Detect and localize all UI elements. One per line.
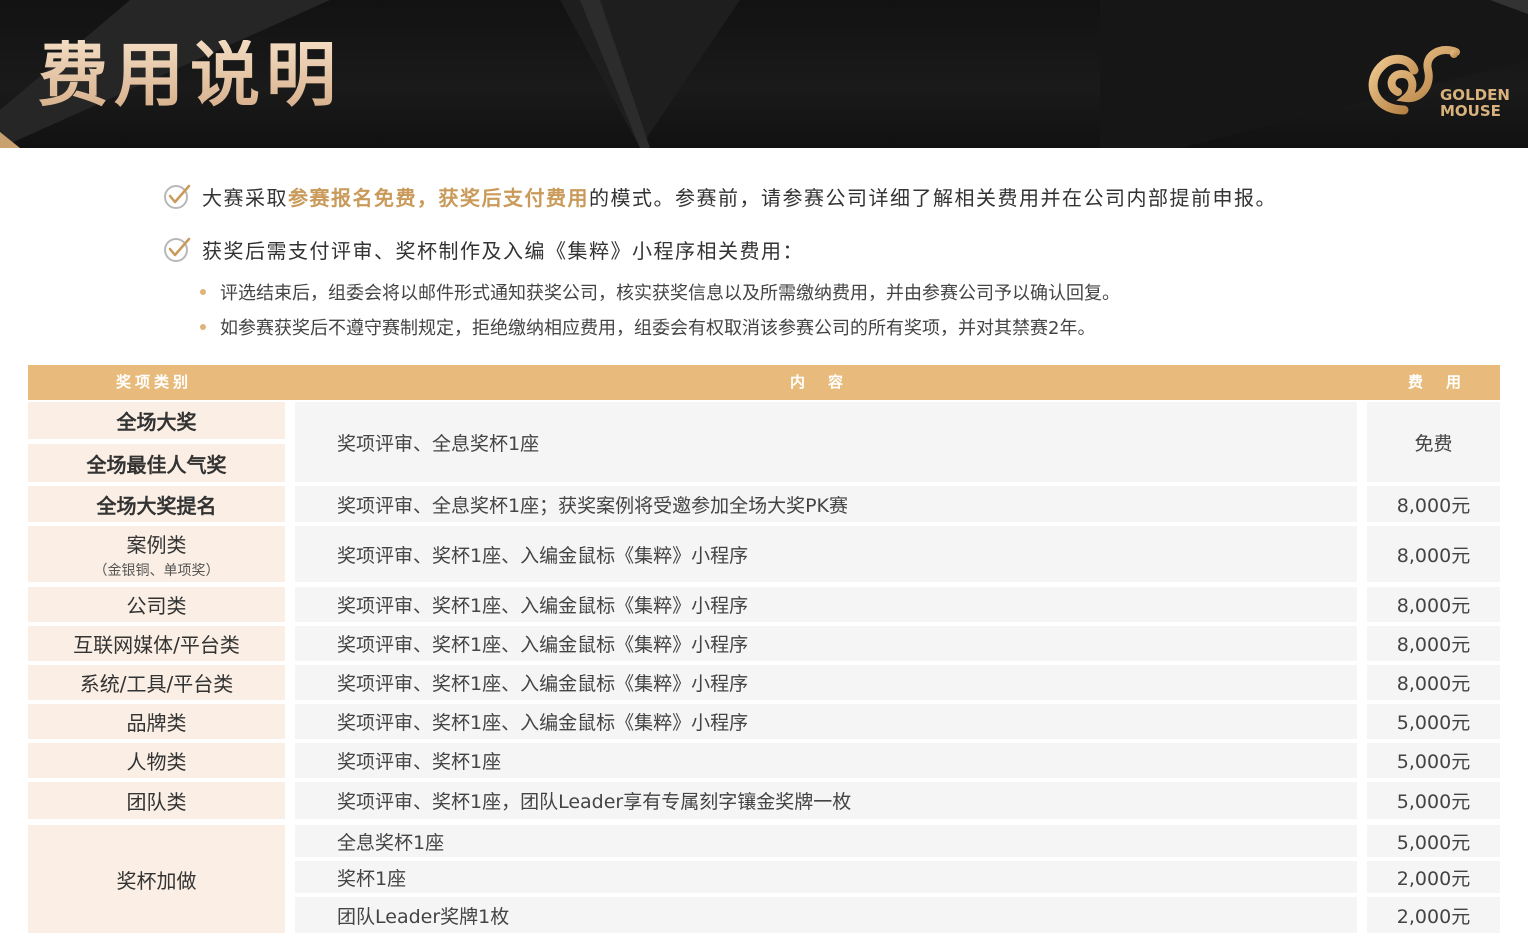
table-row-grand-prize: 全场大奖 全场最佳人气奖 奖项评审、全息奖杯1座 免费: [28, 402, 1500, 482]
table-row: 全场大奖提名 奖项评审、全息奖杯1座；获奖案例将受邀参加全场大奖PK赛 8,00…: [28, 486, 1500, 522]
category-cell: 团队类: [28, 782, 285, 819]
fee-cell: 5,000元: [1367, 704, 1500, 739]
category-cell: 人物类: [28, 743, 285, 778]
logo-line-golden: GOLDEN: [1440, 86, 1510, 104]
table-row: 系统/工具/平台类 奖项评审、奖杯1座、入编金鼠标《集粹》小程序 8,000元: [28, 665, 1500, 700]
category-cell: 系统/工具/平台类: [28, 665, 285, 700]
content-cell: 奖项评审、奖杯1座: [295, 743, 1357, 778]
note-free-registration: 大赛采取参赛报名免费，获奖后支付费用的模式。参赛前，请参赛公司详细了解相关费用并…: [162, 181, 1277, 211]
content-cell: 奖项评审、奖杯1座、入编金鼠标《集粹》小程序: [295, 665, 1357, 700]
category-cell: 奖杯加做: [28, 825, 285, 933]
bullet2-text: 如参赛获奖后不遵守赛制规定，拒绝缴纳相应费用，组委会有权取消该参赛公司的所有奖项…: [220, 318, 1096, 339]
category-cell: 全场大奖提名: [28, 486, 285, 522]
note1-text: 大赛采取参赛报名免费，获奖后支付费用的模式。参赛前，请参赛公司详细了解相关费用并…: [202, 182, 1277, 211]
header-content: 内 容: [790, 373, 848, 391]
bullet-dot-icon: [200, 324, 206, 330]
content-cell: 奖项评审、奖杯1座、入编金鼠标《集粹》小程序: [295, 626, 1357, 661]
note1-pre: 大赛采取: [202, 185, 288, 210]
table-row-extra-trophy: 奖杯加做 全息奖杯1座 5,000元 奖杯1座 2,000元 团队Leader奖…: [28, 825, 1500, 933]
fee-cell: 8,000元: [1367, 626, 1500, 661]
fee-cell: 2,000元: [1367, 861, 1500, 893]
check-circle-icon: [164, 184, 191, 209]
note1-post: 的模式。参赛前，请参赛公司详细了解相关费用并在公司内部提前申报。: [589, 185, 1277, 210]
table-row: 品牌类 奖项评审、奖杯1座、入编金鼠标《集粹》小程序 5,000元: [28, 704, 1500, 739]
table-row: 互联网媒体/平台类 奖项评审、奖杯1座、入编金鼠标《集粹》小程序 8,000元: [28, 626, 1500, 661]
category-cell: 品牌类: [28, 704, 285, 739]
category-cell: 全场大奖: [28, 402, 285, 439]
content-cell: 奖杯1座: [295, 861, 1357, 893]
category-label: 奖杯加做: [116, 868, 197, 893]
category-label: 品牌类: [126, 711, 187, 735]
category-label: 全场大奖: [116, 410, 197, 434]
bullet-penalty: 如参赛获奖后不遵守赛制规定，拒绝缴纳相应费用，组委会有权取消该参赛公司的所有奖项…: [200, 314, 1095, 340]
table-row: 团队类 奖项评审、奖杯1座，团队Leader享有专属刻字镶金奖牌一枚 5,000…: [28, 782, 1500, 819]
content-cell: 奖项评审、奖杯1座、入编金鼠标《集粹》小程序: [295, 587, 1357, 622]
category-label: 互联网媒体/平台类: [73, 633, 240, 657]
fee-cell: 5,000元: [1367, 782, 1500, 819]
bullet1-text: 评选结束后，组委会将以邮件形式通知获奖公司，核实获奖信息以及所需缴纳费用，并由参…: [220, 283, 1120, 304]
table-row: 案例类 （金银铜、单项奖） 奖项评审、奖杯1座、入编金鼠标《集粹》小程序 8,0…: [28, 526, 1500, 582]
category-label: 案例类: [126, 532, 187, 557]
content-cell: 奖项评审、全息奖杯1座；获奖案例将受邀参加全场大奖PK赛: [295, 486, 1357, 522]
fee-cell: 免费: [1367, 402, 1500, 482]
fee-cell: 8,000元: [1367, 587, 1500, 622]
fee-cell: 5,000元: [1367, 825, 1500, 857]
category-cell: 公司类: [28, 587, 285, 622]
header-fee: 费 用: [1408, 373, 1466, 391]
category-label: 公司类: [126, 594, 187, 618]
table-header: 奖项类别 内 容 费 用: [28, 365, 1500, 400]
category-label: 团队类: [126, 790, 187, 814]
category-cell: 全场最佳人气奖: [28, 444, 285, 482]
logo-line-mouse: MOUSE: [1440, 102, 1501, 120]
category-label: 系统/工具/平台类: [79, 672, 234, 696]
category-label: 全场最佳人气奖: [86, 452, 227, 477]
page-title: 费用说明: [38, 34, 342, 116]
fee-cell: 2,000元: [1367, 897, 1500, 933]
note2-text: 获奖后需支付评审、奖杯制作及入编《集粹》小程序相关费用：: [202, 238, 804, 263]
content-cell: 奖项评审、全息奖杯1座: [295, 402, 1357, 482]
content-cell: 团队Leader奖牌1枚: [295, 897, 1357, 933]
header-category: 奖项类别: [116, 373, 193, 391]
content-cell: 全息奖杯1座: [295, 825, 1357, 857]
logo-text: GOLDEN MOUSE: [1440, 87, 1510, 119]
fee-cell: 5,000元: [1367, 743, 1500, 778]
fee-cell: 8,000元: [1367, 526, 1500, 582]
table-row: 人物类 奖项评审、奖杯1座 5,000元: [28, 743, 1500, 778]
category-cell: 互联网媒体/平台类: [28, 626, 285, 661]
category-label: 人物类: [126, 750, 187, 774]
note1-highlight: 参赛报名免费，获奖后支付费用: [288, 185, 589, 210]
content-cell: 奖项评审、奖杯1座、入编金鼠标《集粹》小程序: [295, 526, 1357, 582]
category-sub-label: （金银铜、单项奖）: [93, 562, 220, 579]
header-banner: 费用说明 GOLDEN MOUSE: [0, 0, 1528, 148]
fee-cell: 8,000元: [1367, 665, 1500, 700]
category-label: 全场大奖提名: [96, 493, 217, 518]
bullet-notification: 评选结束后，组委会将以邮件形式通知获奖公司，核实获奖信息以及所需缴纳费用，并由参…: [200, 279, 1120, 305]
content-cell: 奖项评审、奖杯1座、入编金鼠标《集粹》小程序: [295, 704, 1357, 739]
bullet-dot-icon: [200, 289, 206, 295]
category-cell: 案例类 （金银铜、单项奖）: [28, 526, 285, 582]
table-row: 公司类 奖项评审、奖杯1座、入编金鼠标《集粹》小程序 8,000元: [28, 587, 1500, 622]
check-circle-icon: [164, 237, 191, 262]
note-fee-items: 获奖后需支付评审、奖杯制作及入编《集粹》小程序相关费用：: [162, 234, 804, 264]
content-cell: 奖项评审、奖杯1座，团队Leader享有专属刻字镶金奖牌一枚: [295, 782, 1357, 819]
fee-cell: 8,000元: [1367, 486, 1500, 522]
